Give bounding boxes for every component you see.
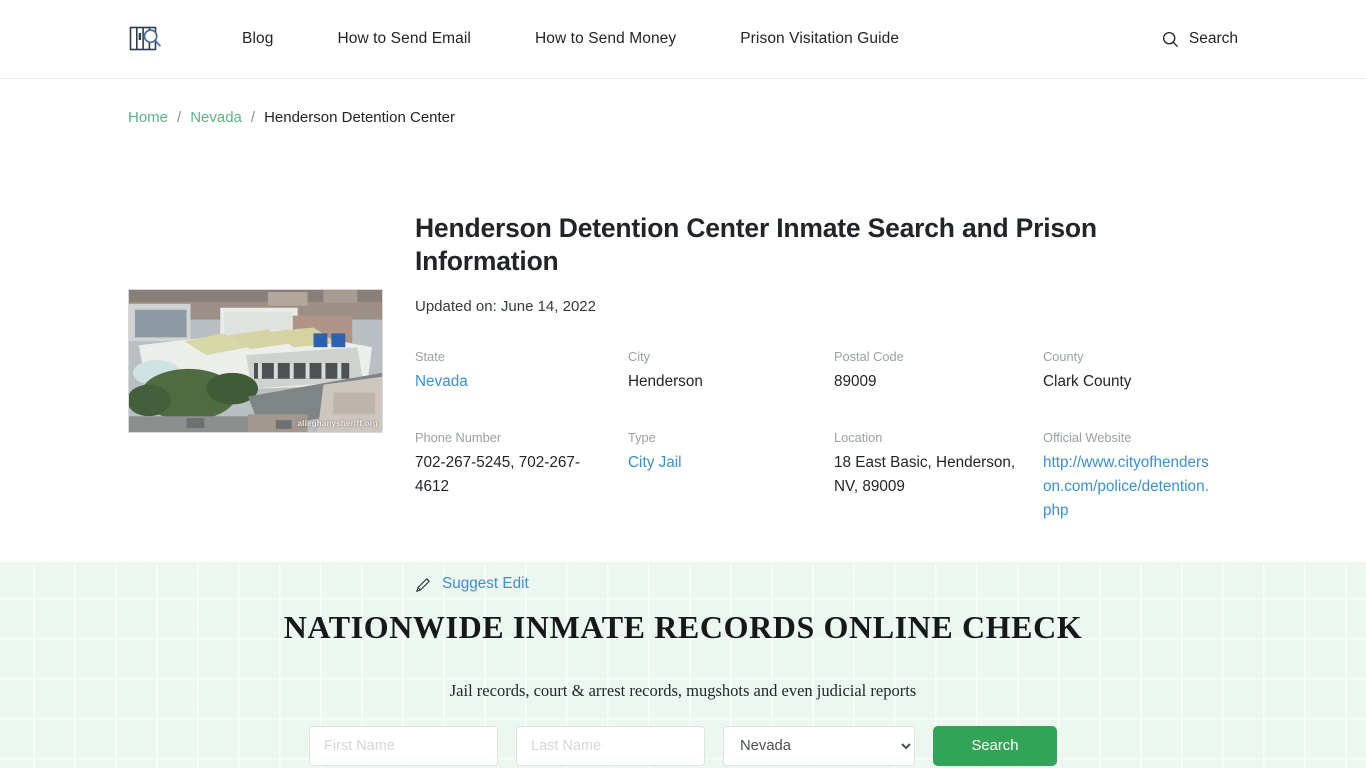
first-name-input[interactable] [309, 726, 498, 766]
last-name-input[interactable] [516, 726, 705, 766]
jail-bars-magnifier-logo-svg [129, 26, 162, 51]
fact-label-state: State [415, 348, 445, 364]
suggest-edit-button[interactable]: Suggest Edit [415, 575, 529, 593]
fact-type: Type City Jail [628, 430, 834, 523]
fact-phone-number: Phone Number 702-267-5245, 702-267-4612 [415, 430, 628, 523]
nav-item-blog[interactable]: Blog [214, 30, 305, 48]
fact-link-official-website[interactable]: http://www.cityofhenderson.com/police/de… [1043, 454, 1209, 519]
fact-link-type[interactable]: City Jail [628, 454, 682, 471]
state-select[interactable]: Nevada [723, 726, 915, 766]
search-icon [1162, 31, 1179, 47]
fact-city: City Henderson [628, 349, 834, 394]
fact-postal-code: Postal Code 89009 [834, 349, 1043, 394]
fact-link-state[interactable]: Nevada [415, 373, 468, 390]
pencil-icon [416, 578, 430, 592]
fact-label-postal-code: Postal Code [834, 348, 904, 364]
fact-value-type: City Jail [628, 451, 834, 475]
photo-watermark: alleghanysheriff.org [297, 419, 378, 428]
fact-label-phone-number: Phone Number [415, 430, 502, 446]
fact-label-county: County [1043, 348, 1084, 364]
fact-value-state: Nevada [415, 370, 628, 394]
fact-value-city: Henderson [628, 373, 703, 391]
search-submit-button[interactable]: Search [933, 726, 1057, 766]
fact-official-website: Official Website http://www.cityofhender… [1043, 430, 1235, 523]
header-search-label: Search [1188, 30, 1238, 47]
fact-value-postal-code: 89009 [834, 373, 877, 391]
nav-item-how-to-send-email[interactable]: How to Send Email [305, 30, 503, 48]
suggest-edit-label: Suggest Edit [442, 575, 529, 593]
nav-item-how-to-send-money[interactable]: How to Send Money [503, 30, 708, 48]
fact-label-type: Type [628, 430, 656, 446]
nav-item-prison-visitation-guide[interactable]: Prison Visitation Guide [708, 30, 931, 48]
breadcrumb-item-nevada[interactable]: Nevada [190, 109, 242, 126]
breadcrumb-separator: / [250, 109, 256, 126]
jail-bars-magnifier-logo[interactable] [128, 22, 164, 56]
facility-facts-grid: State Nevada City Henderson Postal Code … [415, 349, 1235, 524]
main-nav: Blog How to Send Email How to Send Money… [214, 30, 931, 48]
fact-county: County Clark County [1043, 349, 1235, 394]
site-header: Blog How to Send Email How to Send Money… [0, 0, 1366, 79]
facility-photo-image [129, 290, 382, 432]
breadcrumb-separator: / [177, 109, 182, 126]
updated-date: Updated on: June 14, 2022 [415, 297, 596, 315]
facility-info-body: Henderson Detention Center Inmate Search… [415, 126, 1238, 593]
promo-title: NATIONWIDE INMATE RECORDS ONLINE CHECK [283, 609, 1083, 645]
promo-subtitle: Jail records, court & arrest records, mu… [449, 681, 917, 700]
breadcrumb: Home / Nevada / Henderson Detention Cent… [0, 79, 1366, 126]
fact-value-official-website: http://www.cityofhenderson.com/police/de… [1043, 451, 1235, 523]
fact-label-official-website: Official Website [1043, 430, 1132, 446]
fact-label-location: Location [834, 430, 883, 446]
inmate-search-form: Nevada Search [0, 726, 1366, 766]
fact-state: State Nevada [415, 349, 628, 394]
breadcrumb-item-current: Henderson Detention Center [264, 109, 456, 126]
facility-photo: alleghanysheriff.org [128, 289, 383, 433]
fact-label-city: City [628, 348, 651, 364]
facility-info-section: alleghanysheriff.org Henderson Detention… [0, 126, 1366, 592]
fact-value-phone-number: 702-267-5245, 702-267-4612 [415, 454, 580, 496]
page-title: Henderson Detention Center Inmate Search… [415, 213, 1097, 276]
breadcrumb-item-home[interactable]: Home [128, 109, 168, 126]
header-search-button[interactable]: Search [1162, 30, 1238, 48]
fact-location: Location 18 East Basic, Henderson, NV, 8… [834, 430, 1043, 523]
fact-value-county: Clark County [1043, 373, 1132, 391]
fact-value-location: 18 East Basic, Henderson, NV, 89009 [834, 454, 1016, 496]
